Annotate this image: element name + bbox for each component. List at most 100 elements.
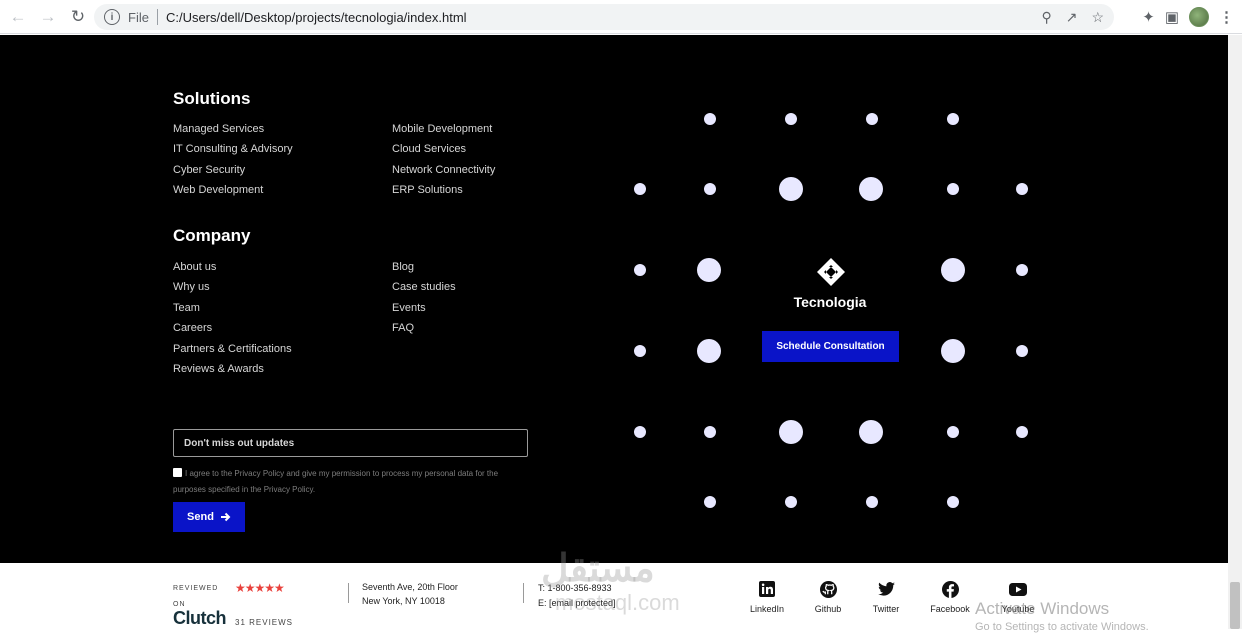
on-label: ON [173, 601, 186, 608]
dot [634, 426, 646, 438]
dot [697, 339, 721, 363]
watermark-logo: مستقل [541, 548, 655, 590]
dot [779, 177, 803, 201]
newsletter-email-input[interactable]: Don't miss out updates [173, 429, 528, 457]
dot [1016, 183, 1028, 195]
footer-link[interactable]: Case studies [392, 281, 456, 293]
dot [704, 183, 716, 195]
review-count[interactable]: 31 REVIEWS [235, 618, 293, 627]
dot [704, 496, 716, 508]
social-facebook[interactable]: Facebook [920, 580, 980, 614]
linkedin-icon [759, 581, 775, 597]
footer-link[interactable]: Careers [173, 322, 212, 334]
dot [1016, 264, 1028, 276]
footer-link[interactable]: Web Development [173, 184, 263, 196]
social-twitter[interactable]: Twitter [856, 580, 916, 614]
share-icon[interactable]: ↗ [1066, 9, 1078, 26]
schedule-consultation-button[interactable]: Schedule Consultation [762, 331, 899, 362]
dot [866, 113, 878, 125]
footer-link[interactable]: Network Connectivity [392, 164, 495, 176]
divider [156, 9, 158, 25]
social-github[interactable]: Github [798, 580, 858, 614]
rating-stars: ★★★★★ [235, 581, 285, 595]
footer-link[interactable]: Blog [392, 261, 414, 273]
dot [785, 496, 797, 508]
footer-link[interactable]: Mobile Development [392, 123, 492, 135]
solutions-heading: Solutions [173, 89, 251, 108]
send-label: Send [187, 511, 214, 523]
activate-windows-subtitle: Go to Settings to activate Windows. [975, 621, 1149, 633]
footer-link[interactable]: Team [173, 302, 200, 314]
file-label: File [128, 9, 149, 25]
divider [523, 583, 524, 603]
footer-link[interactable]: Events [392, 302, 426, 314]
footer-link[interactable]: ERP Solutions [392, 184, 463, 196]
dot [941, 339, 965, 363]
footer-link[interactable]: Managed Services [173, 123, 264, 135]
scrollbar-thumb[interactable] [1230, 582, 1240, 629]
social-label: Github [814, 604, 842, 614]
dot [704, 113, 716, 125]
dot [1016, 345, 1028, 357]
footer-link[interactable]: FAQ [392, 322, 414, 334]
activate-windows-title: Activate Windows [975, 599, 1110, 618]
dot [859, 177, 883, 201]
bookmark-star-icon[interactable]: ☆ [1091, 9, 1104, 26]
dot [785, 113, 797, 125]
dot [859, 420, 883, 444]
dot [634, 183, 646, 195]
footer-link[interactable]: Why us [173, 281, 210, 293]
dot [634, 264, 646, 276]
dot [1016, 426, 1028, 438]
dot [941, 258, 965, 282]
address-line-1: Seventh Ave, 20th Floor [362, 582, 458, 592]
dot [697, 258, 721, 282]
address-line-2: New York, NY 10018 [362, 596, 445, 606]
footer-link[interactable]: Cloud Services [392, 143, 466, 155]
dot [634, 345, 646, 357]
privacy-consent-text: I agree to the Privacy Policy and give m… [173, 469, 499, 494]
clutch-logo[interactable]: Clutch [173, 608, 227, 629]
arrow-right-icon [220, 512, 231, 522]
dot [704, 426, 716, 438]
social-linkedin[interactable]: LinkedIn [737, 580, 797, 614]
back-icon[interactable]: ← [4, 3, 32, 31]
scrollbar-track[interactable] [1228, 35, 1242, 629]
watermark-domain: mostaql.com [555, 590, 680, 615]
browser-toolbar: ← → ↻ i File C:/Users/dell/Desktop/proje… [0, 0, 1242, 34]
brand-name: Tecnologia [793, 294, 867, 310]
dot [866, 496, 878, 508]
footer-link[interactable]: Reviews & Awards [173, 363, 264, 375]
dot [779, 420, 803, 444]
footer-link[interactable]: IT Consulting & Advisory [173, 143, 293, 155]
profile-avatar[interactable] [1189, 7, 1209, 27]
reload-icon[interactable]: ↻ [64, 3, 92, 31]
menu-kebab-icon[interactable]: ⋮ [1219, 8, 1234, 26]
social-label: Twitter [872, 604, 900, 614]
info-icon[interactable]: i [104, 9, 120, 25]
address-bar[interactable]: i File C:/Users/dell/Desktop/projects/te… [94, 4, 1114, 30]
footer-link[interactable]: About us [173, 261, 216, 273]
twitter-icon [877, 582, 895, 596]
extensions-icon[interactable]: ✦ [1142, 8, 1155, 26]
youtube-icon [1009, 582, 1027, 596]
dot [947, 426, 959, 438]
social-label: Facebook [930, 604, 970, 614]
facebook-icon [941, 580, 959, 598]
side-panel-icon[interactable]: ▣ [1165, 8, 1179, 26]
footer-link[interactable]: Cyber Security [173, 164, 245, 176]
footer-link[interactable]: Partners & Certifications [173, 343, 292, 355]
forward-icon[interactable]: → [34, 3, 62, 31]
dot [947, 113, 959, 125]
send-button[interactable]: Send [173, 502, 245, 532]
url-text[interactable]: C:/Users/dell/Desktop/projects/tecnologi… [166, 10, 467, 25]
reviewed-label: REVIEWED [173, 585, 219, 592]
dot [947, 496, 959, 508]
company-heading: Company [173, 226, 251, 245]
social-label: LinkedIn [749, 604, 785, 614]
divider [348, 583, 349, 603]
dot [947, 183, 959, 195]
zoom-icon[interactable]: ⚲ [1041, 9, 1051, 26]
github-icon [819, 580, 837, 598]
tecnologia-logo-icon [817, 258, 845, 286]
